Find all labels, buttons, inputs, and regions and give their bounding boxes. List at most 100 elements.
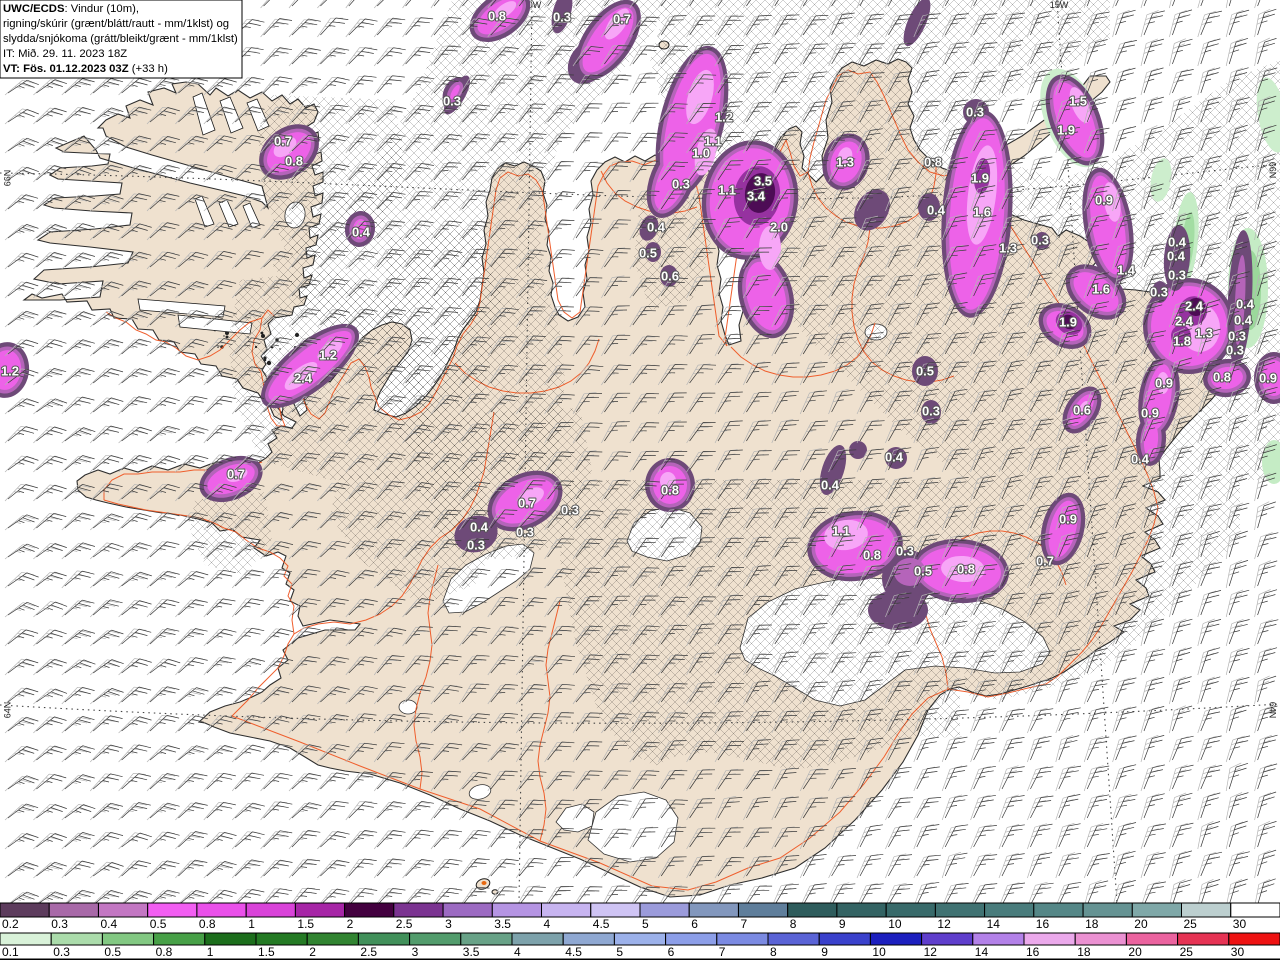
svg-text:6: 6	[668, 945, 675, 959]
svg-text:2.5: 2.5	[360, 945, 377, 959]
svg-text:10: 10	[872, 945, 886, 959]
svg-text:2.0: 2.0	[770, 220, 788, 235]
svg-text:4.5: 4.5	[593, 917, 610, 931]
svg-text:0.4: 0.4	[352, 225, 371, 240]
svg-text:0.4: 0.4	[927, 203, 946, 218]
svg-text:0.3: 0.3	[1226, 343, 1244, 358]
svg-text:25: 25	[1180, 945, 1194, 959]
svg-text:0.3: 0.3	[896, 544, 914, 559]
svg-text:slydda/snjókoma (grátt/bleikt/: slydda/snjókoma (grátt/bleikt/grænt - mm…	[3, 33, 238, 45]
svg-text:3.5: 3.5	[463, 945, 480, 959]
svg-text:0.8: 0.8	[661, 483, 679, 498]
svg-text:1.5: 1.5	[297, 917, 314, 931]
svg-text:30: 30	[1233, 917, 1247, 931]
svg-text:12: 12	[924, 945, 938, 959]
svg-text:0.3: 0.3	[1228, 329, 1246, 344]
svg-text:3.4: 3.4	[747, 189, 766, 204]
svg-text:0.7: 0.7	[518, 496, 536, 511]
svg-text:0.3: 0.3	[51, 917, 68, 931]
svg-text:IT: Mið. 29. 11. 2023 18Z: IT: Mið. 29. 11. 2023 18Z	[3, 48, 127, 60]
svg-text:1.2: 1.2	[1, 364, 19, 379]
svg-text:0.5: 0.5	[150, 917, 167, 931]
svg-text:12: 12	[937, 917, 951, 931]
svg-text:rigning/skúrir (grænt/blátt/ra: rigning/skúrir (grænt/blátt/rautt - mm/1…	[3, 18, 229, 30]
svg-text:0.4: 0.4	[885, 450, 904, 465]
svg-text:9: 9	[839, 917, 846, 931]
svg-text:4: 4	[544, 917, 551, 931]
svg-text:30: 30	[1231, 945, 1245, 959]
svg-text:18: 18	[1085, 917, 1099, 931]
svg-text:0.3: 0.3	[443, 94, 461, 109]
svg-text:0.3: 0.3	[672, 177, 690, 192]
svg-text:2.5: 2.5	[396, 917, 413, 931]
svg-text:VT: Fös. 01.12.2023 03Z (+33 h: VT: Fös. 01.12.2023 03Z (+33 h)	[3, 63, 168, 75]
svg-text:1.9: 1.9	[971, 171, 989, 186]
svg-text:14: 14	[975, 945, 989, 959]
svg-text:3.5: 3.5	[754, 174, 772, 189]
svg-text:1.5: 1.5	[258, 945, 275, 959]
svg-text:64N: 64N	[1268, 702, 1278, 719]
svg-text:0.6: 0.6	[661, 269, 679, 284]
svg-text:0.9: 0.9	[1059, 512, 1077, 527]
svg-text:0.3: 0.3	[553, 10, 571, 25]
svg-text:20: 20	[1128, 945, 1142, 959]
svg-text:3: 3	[412, 945, 419, 959]
svg-text:8: 8	[770, 945, 777, 959]
svg-text:0.3: 0.3	[1031, 233, 1049, 248]
svg-text:8: 8	[790, 917, 797, 931]
svg-text:0.9: 0.9	[1095, 193, 1113, 208]
svg-text:UWC/ECDS: Vindur (10m),: UWC/ECDS: Vindur (10m),	[3, 3, 139, 15]
svg-text:0.5: 0.5	[916, 364, 934, 379]
svg-text:2.4: 2.4	[294, 371, 313, 386]
svg-text:1.9: 1.9	[1057, 123, 1075, 138]
svg-text:1.9: 1.9	[1059, 315, 1077, 330]
svg-text:2.4: 2.4	[1175, 314, 1194, 329]
svg-text:20: 20	[1134, 917, 1148, 931]
svg-text:9: 9	[821, 945, 828, 959]
svg-text:0.6: 0.6	[1073, 403, 1091, 418]
svg-text:1.1: 1.1	[832, 524, 850, 539]
svg-text:0.3: 0.3	[467, 538, 485, 553]
svg-text:3.5: 3.5	[494, 917, 511, 931]
svg-text:0.4: 0.4	[821, 478, 840, 493]
svg-text:1.3: 1.3	[1195, 326, 1213, 341]
svg-text:18: 18	[1077, 945, 1091, 959]
svg-text:1.5: 1.5	[1069, 94, 1087, 109]
svg-text:0.5: 0.5	[104, 945, 121, 959]
svg-text:0.4: 0.4	[1131, 452, 1150, 467]
svg-text:1.4: 1.4	[1117, 263, 1136, 278]
svg-text:1.3: 1.3	[836, 155, 854, 170]
svg-text:0.8: 0.8	[285, 154, 303, 169]
svg-text:0.4: 0.4	[1167, 249, 1186, 264]
svg-text:0.8: 0.8	[924, 155, 942, 170]
svg-text:16: 16	[1026, 945, 1040, 959]
svg-text:1.1: 1.1	[718, 183, 736, 198]
svg-text:1.2: 1.2	[319, 348, 337, 363]
svg-text:0.3: 0.3	[53, 945, 70, 959]
svg-text:1.3: 1.3	[999, 241, 1017, 256]
svg-text:0.8: 0.8	[199, 917, 216, 931]
svg-text:7: 7	[741, 917, 748, 931]
svg-text:0.8: 0.8	[1213, 370, 1231, 385]
svg-text:4: 4	[514, 945, 521, 959]
svg-text:0.9: 0.9	[1155, 376, 1173, 391]
svg-text:0.9: 0.9	[1141, 406, 1159, 421]
svg-text:0.5: 0.5	[639, 246, 657, 261]
svg-text:0.4: 0.4	[647, 220, 666, 235]
svg-text:64N: 64N	[2, 702, 12, 719]
svg-text:0.4: 0.4	[1168, 235, 1187, 250]
svg-text:0.2: 0.2	[2, 917, 19, 931]
svg-text:1.8: 1.8	[1173, 334, 1191, 349]
svg-text:1: 1	[248, 917, 255, 931]
svg-text:0.3: 0.3	[561, 503, 579, 518]
svg-text:0.5: 0.5	[914, 564, 932, 579]
svg-text:16: 16	[1036, 917, 1050, 931]
svg-text:0.8: 0.8	[863, 548, 881, 563]
svg-text:0.8: 0.8	[156, 945, 173, 959]
svg-text:10: 10	[888, 917, 902, 931]
svg-text:0.3: 0.3	[922, 404, 940, 419]
svg-text:7: 7	[719, 945, 726, 959]
svg-text:14: 14	[987, 917, 1001, 931]
svg-text:2.4: 2.4	[1185, 299, 1204, 314]
svg-text:0.7: 0.7	[1036, 554, 1054, 569]
